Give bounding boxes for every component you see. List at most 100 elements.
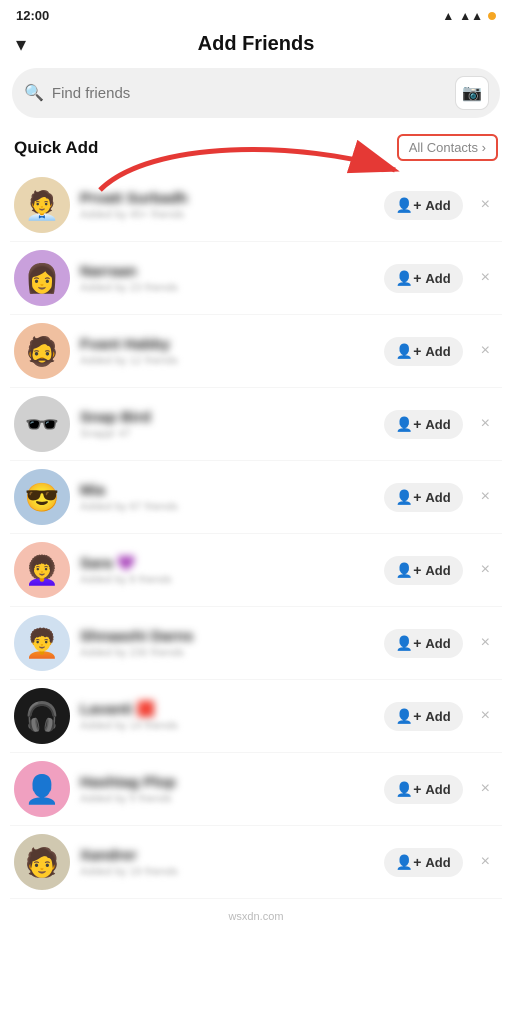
friend-list: 🧑‍💼 Prvatt Surbadh Added by 45+ friends … — [0, 169, 512, 899]
dismiss-button[interactable]: × — [473, 630, 498, 656]
dismiss-button[interactable]: × — [473, 849, 498, 875]
friend-info: Sara 💜 Added by 8 friends — [80, 554, 374, 586]
friend-name: Shnaashi Darns — [80, 628, 374, 645]
signal-icon: ▲▲ — [459, 9, 483, 23]
add-friend-button[interactable]: 👤+ Add — [384, 410, 463, 439]
friend-sub: Added by 14 friends — [80, 720, 374, 732]
add-label: Add — [425, 563, 450, 578]
friend-name: Snap Bird — [80, 409, 374, 426]
friend-info: Mia Added by 67 friends — [80, 482, 374, 513]
add-friend-button[interactable]: 👤+ Add — [384, 556, 463, 585]
friend-info: Fvant Habby Added by 12 friends — [80, 336, 374, 367]
friend-info: Hashtag Plop Added by 5 friends — [80, 774, 374, 805]
add-person-icon: 👤+ — [396, 270, 422, 287]
add-friend-button[interactable]: 👤+ Add — [384, 629, 463, 658]
wifi-icon: ▲ — [442, 9, 454, 23]
dismiss-button[interactable]: × — [473, 192, 498, 218]
add-friend-button[interactable]: 👤+ Add — [384, 848, 463, 877]
add-friend-button[interactable]: 👤+ Add — [384, 191, 463, 220]
avatar: 👩 — [14, 250, 70, 306]
add-person-icon: 👤+ — [396, 343, 422, 360]
add-label: Add — [425, 344, 450, 359]
dismiss-button[interactable]: × — [473, 776, 498, 802]
add-person-icon: 👤+ — [396, 635, 422, 652]
list-item: 🕶️ Snap Bird Snappr 47 👤+ Add × — [10, 388, 502, 461]
dismiss-button[interactable]: × — [473, 557, 498, 583]
friend-name: Mia — [80, 482, 374, 499]
avatar: 👩‍🦱 — [14, 542, 70, 598]
avatar: 👤 — [14, 761, 70, 817]
friend-name: Xandrer — [80, 847, 374, 864]
camera-button[interactable]: 📷 — [456, 77, 488, 109]
friend-name: Fvant Habby — [80, 336, 374, 353]
friend-info: Snap Bird Snappr 47 — [80, 409, 374, 440]
page-title: Add Friends — [198, 33, 315, 56]
friend-info: Xandrer Added by 19 friends — [80, 847, 374, 878]
page-header: ▾ Add Friends — [0, 27, 512, 68]
search-icon: 🔍 — [24, 83, 44, 103]
dismiss-button[interactable]: × — [473, 703, 498, 729]
friend-sub: Added by 19 friends — [80, 866, 374, 878]
add-friend-button[interactable]: 👤+ Add — [384, 702, 463, 731]
add-person-icon: 👤+ — [396, 562, 422, 579]
add-person-icon: 👤+ — [396, 854, 422, 871]
list-item: 👩‍🦱 Sara 💜 Added by 8 friends 👤+ Add × — [10, 534, 502, 607]
add-label: Add — [425, 198, 450, 213]
add-friend-button[interactable]: 👤+ Add — [384, 264, 463, 293]
status-bar: 12:00 ▲ ▲▲ — [0, 0, 512, 27]
add-person-icon: 👤+ — [396, 197, 422, 214]
friend-info: Narraan Added by 23 friends — [80, 263, 374, 294]
friend-name: Prvatt Surbadh — [80, 190, 374, 207]
friend-sub: Added by 5 friends — [80, 793, 374, 805]
friend-sub: Added by 45+ friends — [80, 209, 374, 221]
add-person-icon: 👤+ — [396, 489, 422, 506]
friend-sub: Added by 12 friends — [80, 355, 374, 367]
list-item: 😎 Mia Added by 67 friends 👤+ Add × — [10, 461, 502, 534]
add-friend-button[interactable]: 👤+ Add — [384, 775, 463, 804]
friend-sub: Added by 8 friends — [80, 574, 374, 586]
search-bar: 🔍 📷 — [12, 68, 500, 118]
list-item: 🧑 Xandrer Added by 19 friends 👤+ Add × — [10, 826, 502, 899]
add-person-icon: 👤+ — [396, 708, 422, 725]
dismiss-button[interactable]: × — [473, 338, 498, 364]
list-item: 🧑‍🦱 Shnaashi Darns Added by 230 friends … — [10, 607, 502, 680]
friend-name: Sara 💜 — [80, 554, 374, 572]
friend-info: Shnaashi Darns Added by 230 friends — [80, 628, 374, 659]
friend-info: Prvatt Surbadh Added by 45+ friends — [80, 190, 374, 221]
add-friend-button[interactable]: 👤+ Add — [384, 337, 463, 366]
search-input[interactable] — [52, 85, 448, 102]
friend-sub: Added by 23 friends — [80, 282, 374, 294]
add-friend-button[interactable]: 👤+ Add — [384, 483, 463, 512]
dismiss-button[interactable]: × — [473, 265, 498, 291]
friend-info: Lavanti 🟥 Added by 14 friends — [80, 700, 374, 732]
battery-icon — [488, 12, 496, 20]
add-label: Add — [425, 855, 450, 870]
add-label: Add — [425, 490, 450, 505]
list-item: 🧔 Fvant Habby Added by 12 friends 👤+ Add… — [10, 315, 502, 388]
dismiss-button[interactable]: × — [473, 411, 498, 437]
status-time: 12:00 — [16, 8, 49, 23]
list-item: 🎧 Lavanti 🟥 Added by 14 friends 👤+ Add × — [10, 680, 502, 753]
add-label: Add — [425, 709, 450, 724]
add-label: Add — [425, 417, 450, 432]
list-item: 🧑‍💼 Prvatt Surbadh Added by 45+ friends … — [10, 169, 502, 242]
avatar: 🧔 — [14, 323, 70, 379]
avatar: 😎 — [14, 469, 70, 525]
friend-sub: Added by 67 friends — [80, 501, 374, 513]
friend-name: Hashtag Plop — [80, 774, 374, 791]
list-item: 👩 Narraan Added by 23 friends 👤+ Add × — [10, 242, 502, 315]
watermark: wsxdn.com — [0, 899, 512, 927]
friend-sub: Snappr 47 — [80, 428, 374, 440]
dismiss-button[interactable]: × — [473, 484, 498, 510]
add-label: Add — [425, 782, 450, 797]
back-chevron[interactable]: ▾ — [16, 32, 26, 57]
add-label: Add — [425, 271, 450, 286]
quick-add-title: Quick Add — [14, 138, 98, 158]
status-icons: ▲ ▲▲ — [442, 9, 496, 23]
quick-add-header: Quick Add All Contacts › — [0, 130, 512, 169]
list-item: 👤 Hashtag Plop Added by 5 friends 👤+ Add… — [10, 753, 502, 826]
avatar: 🧑 — [14, 834, 70, 890]
add-label: Add — [425, 636, 450, 651]
all-contacts-button[interactable]: All Contacts › — [397, 134, 498, 161]
avatar: 🧑‍🦱 — [14, 615, 70, 671]
